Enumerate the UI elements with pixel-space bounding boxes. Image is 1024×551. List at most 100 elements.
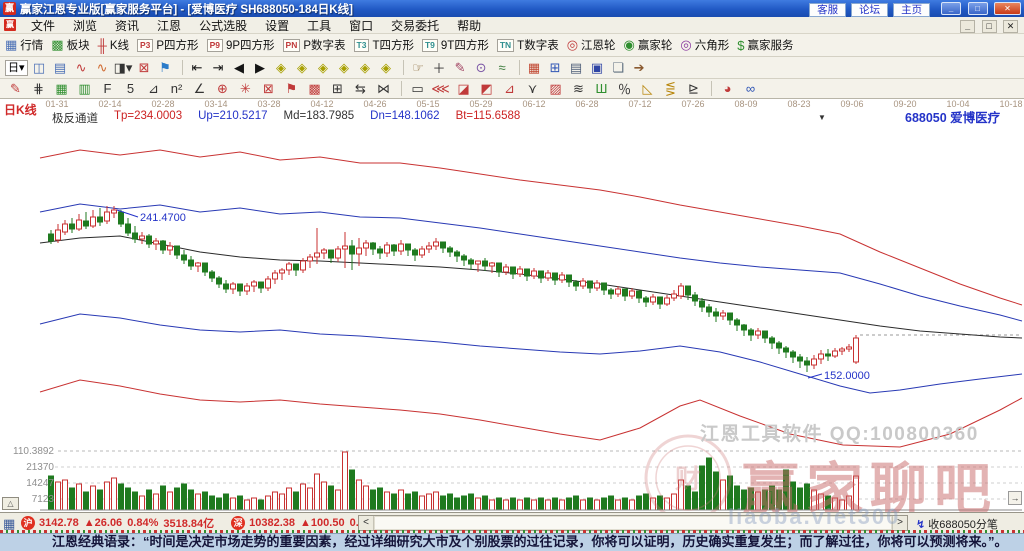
maximize-button[interactable]: □ — [967, 1, 988, 15]
fit-all-icon[interactable]: ◈ — [377, 60, 396, 76]
tri-right-icon[interactable]: ⊵ — [683, 81, 704, 97]
close-button[interactable]: ✕ — [994, 1, 1021, 15]
calculator-icon[interactable]: ⊞ — [546, 60, 565, 76]
first-bar-icon[interactable]: ⇤ — [188, 60, 207, 76]
save-icon[interactable]: ▣ — [588, 60, 607, 76]
infinity-icon[interactable]: ∞ — [740, 81, 761, 96]
corner-box-icon[interactable]: ◪ — [453, 81, 474, 97]
expand-bars-icon[interactable]: ◈ — [335, 60, 354, 76]
volume-scroll-button[interactable]: → — [1008, 491, 1022, 505]
zoom-out-icon[interactable]: ◈ — [272, 60, 291, 76]
toolbar-button-9p-square[interactable]: P9 9P四方形 — [206, 37, 275, 53]
toolbar-button-9t-square[interactable]: T9 9T四方形 — [421, 37, 489, 53]
play-flag-icon[interactable]: ⚑ — [156, 60, 175, 76]
toolbar-button-p-number-table[interactable]: PN P数字表 — [282, 37, 346, 53]
expand-volume-button[interactable]: △ — [2, 497, 19, 510]
menu-item-help[interactable]: 帮助 — [448, 16, 490, 35]
pen-measure-icon[interactable]: ✎ — [451, 60, 470, 76]
toolbar-button-p-square[interactable]: P3 P四方形 — [136, 37, 199, 53]
notepad-icon[interactable]: ▤ — [567, 60, 586, 76]
prev-bar-icon[interactable]: ◀ — [230, 60, 249, 76]
menu-item-news[interactable]: 资讯 — [106, 16, 148, 35]
candle-style-button[interactable]: ◨▾ — [114, 60, 133, 76]
percent-icon[interactable]: ％ — [614, 79, 635, 98]
zoom-in-icon[interactable]: ◈ — [293, 60, 312, 76]
taiji-icon[interactable]: ◕ — [717, 81, 738, 96]
title-button-support[interactable]: 客服 — [809, 2, 847, 17]
hand-drag-icon[interactable]: ☞ — [409, 60, 428, 76]
comb-lines-icon[interactable]: Ш — [591, 81, 612, 96]
red-angle-icon[interactable]: ⊿ — [499, 81, 520, 97]
wave-lines-icon[interactable]: ≋ — [568, 81, 589, 97]
menu-item-trade[interactable]: 交易委托 — [382, 16, 448, 35]
last-bar-icon[interactable]: ⇥ — [209, 60, 228, 76]
toolbar-button-gann-wheel[interactable]: ◎ 江恩轮 — [567, 37, 616, 53]
toolbar-button-t-square[interactable]: T3 T四方形 — [353, 37, 414, 53]
scrollbar-thumb[interactable] — [374, 516, 892, 530]
gold-compare-icon[interactable]: ⋚ — [660, 81, 681, 97]
fan-lines-icon[interactable]: ⋘ — [430, 81, 451, 97]
calendar-icon[interactable]: ▦ — [525, 60, 544, 76]
gann-grid-icon[interactable]: ⋕ — [28, 81, 49, 97]
mdi-minimize-button[interactable]: _ — [960, 20, 976, 33]
five-line-icon[interactable]: 5 — [120, 81, 141, 96]
send-icon[interactable]: ➔ — [630, 60, 649, 76]
title-button-home[interactable]: 主页 — [893, 2, 931, 17]
wave-tool-icon[interactable]: ≈ — [493, 60, 512, 75]
crosshair-icon[interactable]: ＋ — [430, 58, 449, 77]
toolbar-button-sectors[interactable]: ▩ 板块 — [51, 37, 89, 53]
next-bar-icon[interactable]: ▶ — [251, 60, 270, 76]
angle-tool-icon[interactable]: ∠ — [189, 81, 210, 97]
printer-icon[interactable]: ❏ — [609, 60, 628, 76]
rect-tool-icon[interactable]: ▭ — [407, 81, 428, 97]
v-lines-icon[interactable]: ⋎ — [522, 81, 543, 97]
scroll-right-icon[interactable]: > — [892, 516, 907, 530]
swap-arrows-icon[interactable]: ⇆ — [350, 81, 371, 97]
bowtie-icon[interactable]: ⋈ — [373, 81, 394, 97]
menu-item-browse[interactable]: 浏览 — [64, 16, 106, 35]
period-day-button[interactable]: 日▾ — [5, 59, 28, 76]
compress-bars-icon[interactable]: ◈ — [314, 60, 333, 76]
menu-item-gann[interactable]: 江恩 — [148, 16, 190, 35]
menu-item-tools[interactable]: 工具 — [298, 16, 340, 35]
gold-triangle-icon[interactable]: ◺ — [637, 81, 658, 97]
trend-wave-icon[interactable]: ∿ — [72, 60, 91, 76]
green-grid2-icon[interactable]: ▥ — [74, 81, 95, 97]
n-square-icon[interactable]: n² — [166, 81, 187, 96]
toolbar-button-hexagon[interactable]: ◎ 六角形 — [680, 37, 729, 53]
kline-select-icon[interactable]: ⊠ — [135, 60, 154, 76]
menu-item-window[interactable]: 窗口 — [340, 16, 382, 35]
stamp-tool-icon[interactable]: ⊙ — [472, 60, 491, 76]
minimize-button[interactable]: _ — [941, 1, 962, 15]
toolbar-button-quotes[interactable]: ▦ 行情 — [5, 37, 43, 53]
chart-scrollbar[interactable]: < > — [358, 515, 908, 531]
f-ruler-icon[interactable]: F — [97, 81, 118, 96]
menu-item-file[interactable]: 文件 — [22, 16, 64, 35]
corner-box2-icon[interactable]: ◩ — [476, 81, 497, 97]
fit-width-icon[interactable]: ◈ — [356, 60, 375, 76]
mdi-restore-button[interactable]: □ — [981, 20, 997, 33]
draw-pen-icon[interactable]: ✎ — [5, 81, 26, 97]
box-x-icon[interactable]: ⊠ — [258, 81, 279, 97]
toolbar-button-t-number-table[interactable]: TN T数字表 — [496, 37, 559, 53]
mdi-close-button[interactable]: ✕ — [1003, 20, 1018, 33]
star-burst-icon[interactable]: ✳ — [235, 81, 256, 97]
triangle-ruler-icon[interactable]: ⊿ — [143, 81, 164, 97]
grid-plus-icon[interactable]: ⊞ — [327, 81, 348, 97]
circle-cross-icon[interactable]: ⊕ — [212, 81, 233, 97]
scroll-left-icon[interactable]: < — [359, 516, 374, 530]
toolbar-button-winner-wheel[interactable]: ◉ 赢家轮 — [624, 37, 673, 53]
trend-wave2-icon[interactable]: ∿ — [93, 60, 112, 76]
green-grid-icon[interactable]: ▦ — [51, 81, 72, 97]
toolbar-button-winner-service[interactable]: $ 赢家服务 — [737, 37, 793, 53]
red-flag-icon[interactable]: ⚑ — [281, 81, 302, 97]
menu-item-formula-picker[interactable]: 公式选股 — [190, 16, 256, 35]
title-bar[interactable]: 赢 赢家江恩专业版[赢家服务平台] - [爱博医疗 SH688050-184日K… — [0, 0, 1024, 17]
hatch2-icon[interactable]: ▨ — [545, 81, 566, 97]
title-button-forum[interactable]: 论坛 — [851, 2, 889, 17]
menu-item-settings[interactable]: 设置 — [256, 16, 298, 35]
tile-windows-icon[interactable]: ◫ — [30, 60, 49, 76]
quote-panel-icon[interactable]: ▤ — [51, 60, 70, 76]
toolbar-button-kline[interactable]: ╫ K线 — [98, 37, 129, 53]
hatch-box-icon[interactable]: ▩ — [304, 81, 325, 97]
